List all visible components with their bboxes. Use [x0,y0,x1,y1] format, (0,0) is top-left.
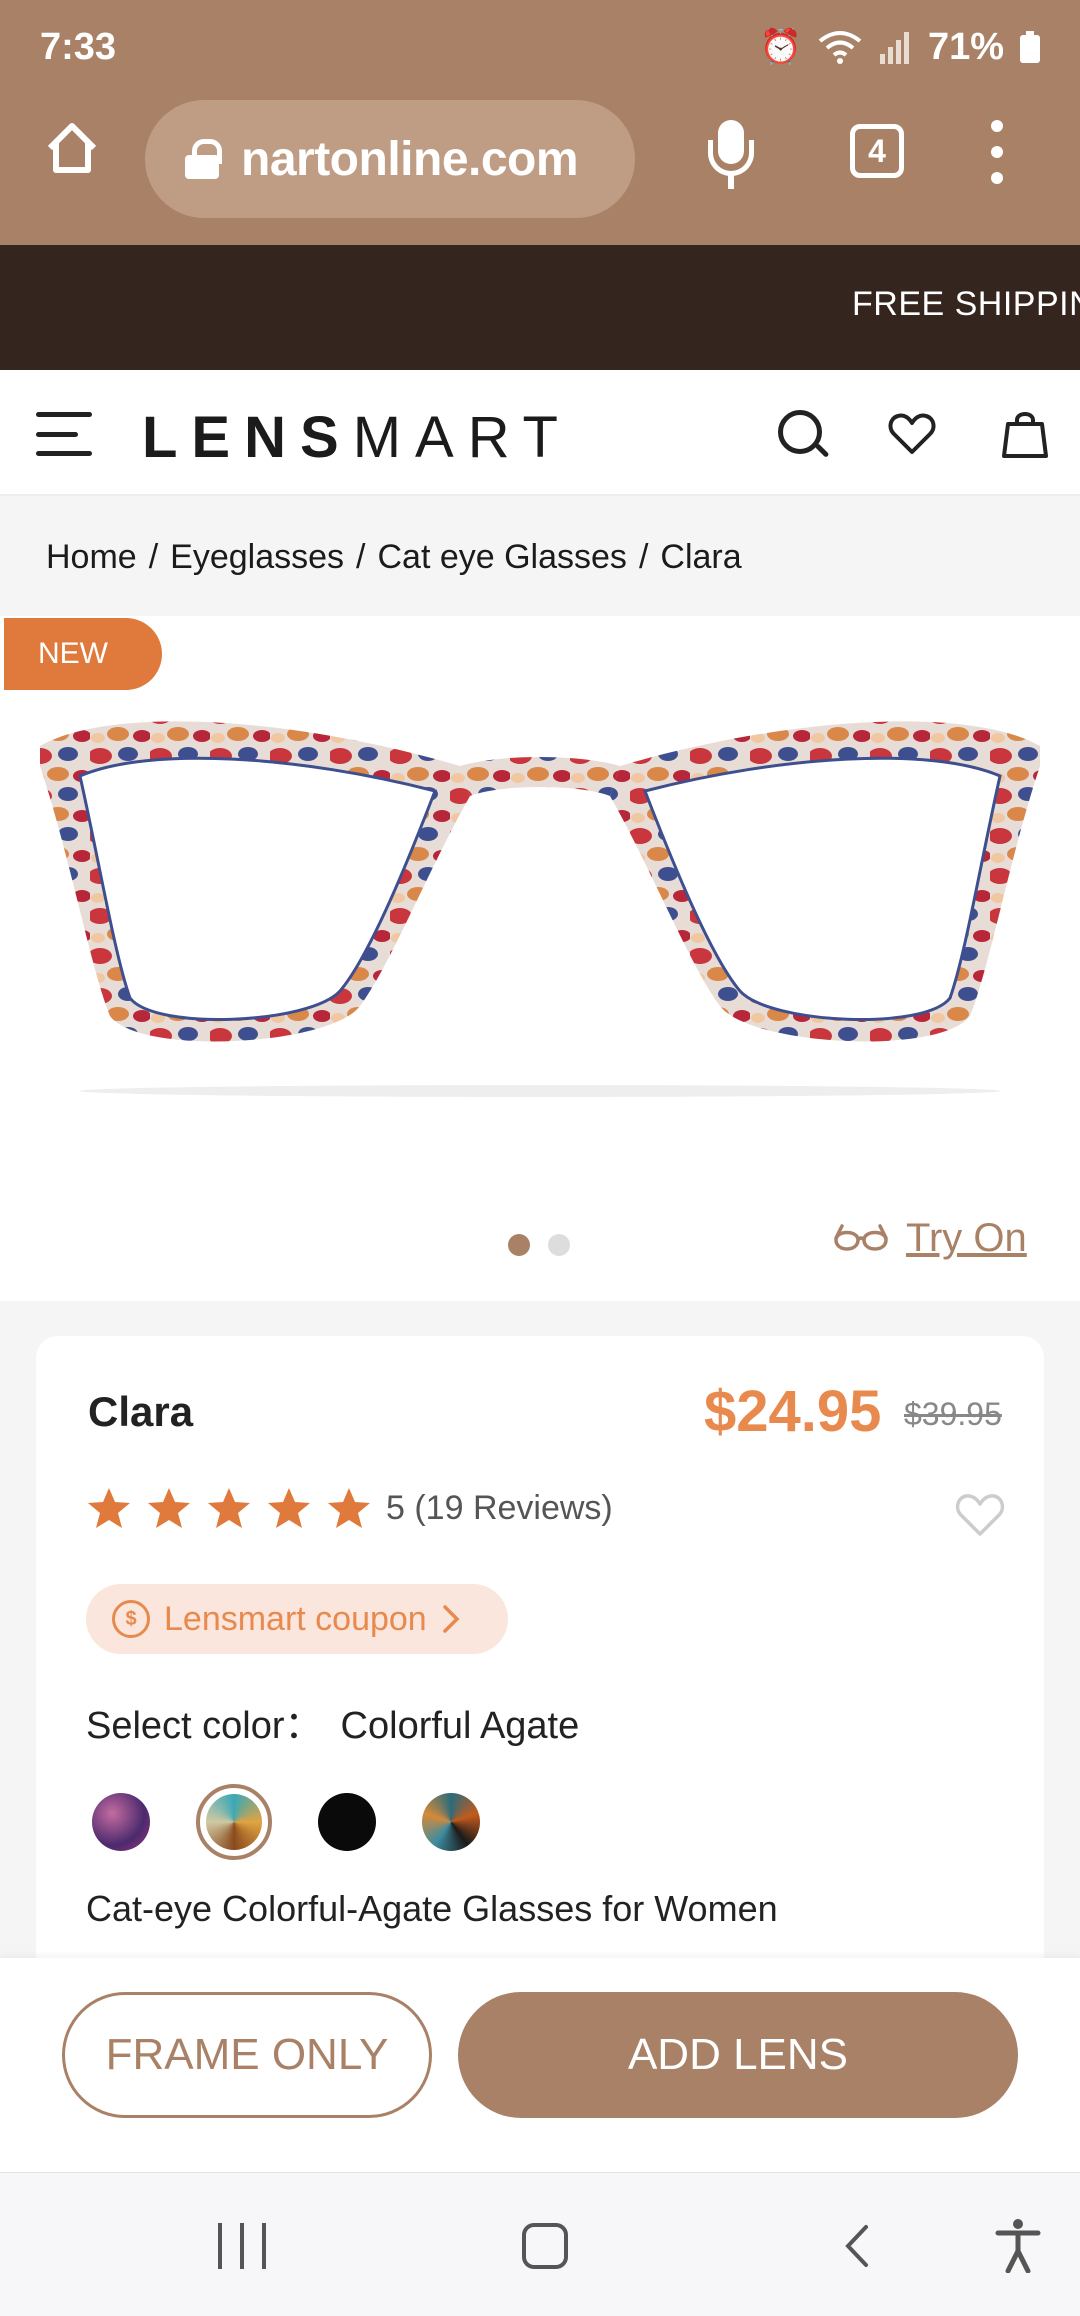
try-on-link[interactable]: Try On [832,1216,1027,1261]
color-swatch-purple[interactable] [92,1793,150,1851]
star-icon [88,1488,130,1528]
logo-bold: LENS [142,405,353,470]
url-bar[interactable]: nartonline.com [145,100,635,218]
breadcrumb-cat-eye[interactable]: Cat eye Glasses [377,538,626,576]
star-icon [208,1488,250,1528]
gallery-pagination [508,1234,570,1256]
pagination-dot[interactable] [548,1234,570,1256]
browser-toolbar: nartonline.com 4 [0,98,1080,218]
lock-icon [185,139,222,179]
product-original-price: $39.95 [904,1396,1002,1432]
color-swatch-colorful-agate[interactable] [196,1784,272,1860]
recents-icon[interactable] [218,2223,266,2269]
tabs-button[interactable]: 4 [850,124,904,178]
promo-banner: FREE SHIPPING [0,245,1080,370]
color-swatches [92,1784,480,1860]
status-icons: ⏰ 71% [760,26,1040,69]
status-time: 7:33 [40,25,117,68]
heart-icon[interactable] [886,408,938,460]
product-image [40,721,1040,1097]
breadcrumb-separator: / [148,538,159,576]
rating-text: 5 (19 Reviews) [386,1488,613,1527]
breadcrumb-current: Clara [660,538,742,576]
star-icon [328,1488,370,1528]
search-icon[interactable] [778,410,830,462]
pagination-dot-active[interactable] [508,1234,530,1256]
product-price: $24.95 [704,1379,882,1444]
coupon-label: Lensmart coupon [164,1599,427,1638]
accessibility-icon[interactable] [994,2217,1042,2273]
coupon-chip[interactable]: $ Lensmart coupon [86,1584,508,1654]
frame-only-button[interactable]: FRAME ONLY [62,1992,432,2118]
battery-icon [1020,31,1040,63]
breadcrumb: Home / Eyeglasses / Cat eye Glasses / Clara [46,538,742,577]
bag-icon[interactable] [1002,408,1048,460]
url-text: nartonline.com [241,132,579,186]
site-logo[interactable]: LENSMART [142,404,572,471]
browser-home-button[interactable] [38,118,106,186]
star-icon [148,1488,190,1528]
wifi-icon [818,31,862,64]
breadcrumb-eyeglasses[interactable]: Eyeglasses [170,538,344,576]
star-icon [268,1488,310,1528]
selected-color-name: Colorful Agate [340,1705,580,1747]
battery-percent: 71% [927,25,1004,68]
chevron-right-icon [442,1605,460,1633]
mic-icon[interactable] [706,120,756,190]
product-description: Cat-eye Colorful-Agate Glasses for Women [86,1888,778,1929]
glasses-icon [834,1223,888,1251]
dollar-coin-icon: $ [112,1600,150,1638]
android-navigation-bar [0,2172,1080,2316]
back-icon[interactable] [838,2223,878,2269]
product-rating[interactable]: 5 (19 Reviews) [86,1486,613,1530]
home-nav-icon[interactable] [522,2223,568,2269]
promo-text: FREE SHIPPING [852,285,1080,323]
wishlist-heart-icon[interactable] [952,1490,1008,1540]
add-lens-button[interactable]: ADD LENS [458,1992,1018,2118]
more-vert-icon[interactable] [985,120,1009,184]
color-swatch-tortoise[interactable] [422,1793,480,1851]
try-on-label: Try On [906,1216,1027,1260]
select-color-row: Select color： Colorful Agate [86,1694,579,1749]
menu-icon[interactable] [36,412,92,456]
status-bar: 7:33 ⏰ 71% [40,22,1040,72]
home-icon [47,123,97,173]
alarm-icon: ⏰ [759,28,802,66]
site-header: LENSMART [0,370,1080,496]
new-badge: NEW [4,618,162,690]
logo-rest: MART [352,405,572,470]
select-color-label: Select color： [86,1705,323,1747]
color-swatch-black[interactable] [318,1793,376,1851]
product-gallery[interactable]: NEW Try On [0,616,1080,1301]
browser-chrome: 7:33 ⏰ 71% nartonline.com 4 [0,0,1080,245]
signal-icon [879,32,909,64]
product-name: Clara [88,1388,194,1435]
breadcrumb-separator: / [356,538,366,576]
rating-stars [86,1486,372,1530]
breadcrumb-separator: / [638,538,649,576]
breadcrumb-home[interactable]: Home [46,538,137,576]
purchase-action-bar: FRAME ONLY ADD LENS [0,1958,1080,2172]
